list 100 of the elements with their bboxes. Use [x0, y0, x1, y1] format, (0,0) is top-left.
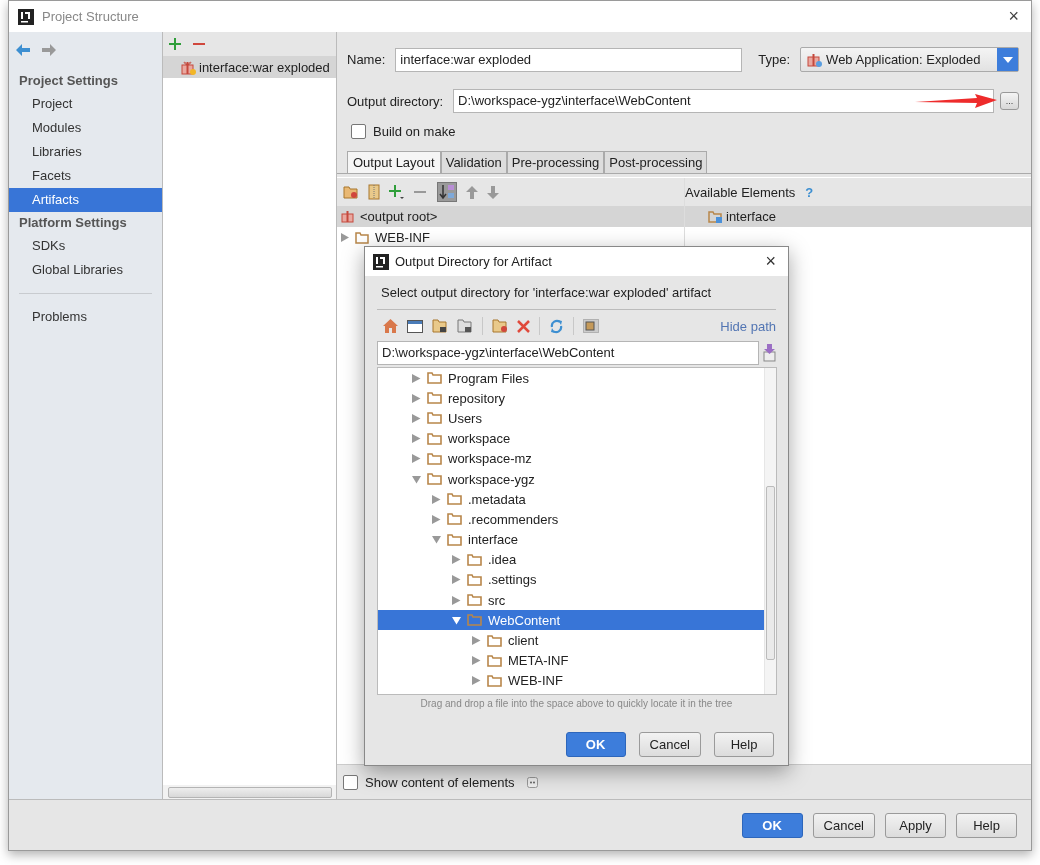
expand-arrow-icon[interactable]: [412, 393, 421, 403]
tree-row[interactable]: .settings: [378, 569, 764, 591]
dialog-button[interactable]: Apply: [885, 812, 946, 838]
folder-icon[interactable]: [457, 319, 473, 333]
tree-row[interactable]: src: [378, 590, 764, 611]
tree-row[interactable]: META-INF: [378, 650, 764, 671]
tree-row[interactable]: workspace: [378, 428, 764, 449]
tree-row[interactable]: interface: [685, 206, 1031, 227]
tree-row[interactable]: workspace-ygz: [378, 468, 764, 490]
sort-icon[interactable]: [437, 182, 457, 202]
scrollbar-thumb[interactable]: [766, 486, 775, 660]
output-directory-field[interactable]: D:\workspace-ygz\interface\WebContent: [453, 89, 995, 113]
browse-button[interactable]: ...: [1000, 92, 1020, 110]
dialog-button[interactable]: Cancel: [638, 732, 701, 757]
refresh-icon[interactable]: [549, 318, 564, 334]
new-folder-icon[interactable]: [492, 319, 508, 333]
dialog-title: Output Directory for Artifact: [395, 254, 552, 269]
tree-row[interactable]: client: [378, 630, 764, 651]
checkbox-label[interactable]: Build on make: [373, 123, 456, 139]
folder-gear-icon[interactable]: [343, 185, 359, 199]
expand-arrow-icon[interactable]: [412, 474, 421, 484]
add-icon[interactable]: [169, 38, 181, 50]
tree-row[interactable]: workspace-mz: [378, 448, 764, 469]
expand-arrow-icon[interactable]: [472, 636, 481, 646]
checkbox[interactable]: [343, 774, 358, 790]
folder-icon: [467, 573, 482, 586]
forward-arrow-icon[interactable]: [42, 44, 56, 56]
sidebar-item[interactable]: Artifacts: [9, 188, 162, 212]
expand-arrow-icon[interactable]: [341, 233, 349, 242]
expand-arrow-icon[interactable]: [412, 413, 421, 423]
dialog-button[interactable]: Help: [956, 812, 1017, 838]
tab[interactable]: Pre-processing: [506, 151, 605, 173]
tab[interactable]: Output Layout: [347, 151, 441, 173]
field-label: Name:: [347, 52, 386, 67]
sidebar-item[interactable]: Global Libraries: [9, 258, 162, 282]
expand-arrow-icon[interactable]: [452, 555, 461, 565]
path-field[interactable]: D:\workspace-ygz\interface\WebContent: [377, 341, 760, 365]
sidebar-item[interactable]: SDKs: [9, 234, 162, 258]
drop-icon[interactable]: [763, 344, 776, 362]
tab[interactable]: Post-processing: [604, 151, 708, 173]
dialog-button[interactable]: OK: [741, 812, 803, 838]
tree-row[interactable]: WEB-INF: [378, 670, 764, 691]
archive-icon[interactable]: [368, 184, 380, 200]
tree-row[interactable]: .recommenders: [378, 509, 764, 530]
folder-icon[interactable]: [432, 319, 448, 333]
sidebar-item[interactable]: Facets: [9, 164, 162, 188]
tree-row[interactable]: .idea: [378, 549, 764, 570]
arrow-up-icon[interactable]: [466, 185, 478, 199]
expand-arrow-icon[interactable]: [472, 676, 481, 686]
folder-icon: [427, 452, 442, 465]
expand-arrow-icon[interactable]: [412, 454, 421, 464]
name-field[interactable]: interface:war exploded: [395, 47, 743, 72]
more-icon[interactable]: [526, 776, 538, 788]
tree-row[interactable]: Users: [378, 408, 764, 429]
tree-row[interactable]: .metadata: [378, 489, 764, 510]
hide-path-link[interactable]: Hide path: [720, 318, 776, 334]
sidebar-item[interactable]: Project: [9, 92, 162, 116]
arrow-down-icon[interactable]: [487, 185, 499, 199]
field-label: Type:: [758, 52, 791, 67]
close-button[interactable]: ×: [759, 250, 782, 273]
tree-row[interactable]: WebContent: [378, 610, 764, 631]
expand-arrow-icon[interactable]: [412, 373, 421, 383]
tree-row[interactable]: Program Files: [378, 368, 764, 389]
back-arrow-icon[interactable]: [16, 44, 30, 56]
app-logo-icon: [373, 253, 389, 270]
dialog-button[interactable]: OK: [565, 732, 626, 757]
expand-arrow-icon[interactable]: [452, 575, 461, 585]
expand-arrow-icon[interactable]: [472, 656, 481, 666]
home-icon[interactable]: [383, 319, 398, 333]
tree-row[interactable]: repository: [378, 388, 764, 409]
tree-label: interface: [726, 209, 776, 224]
expand-arrow-icon[interactable]: [432, 535, 441, 545]
add-icon[interactable]: [389, 184, 405, 200]
sidebar-item[interactable]: Problems: [9, 305, 162, 329]
folder-icon: [427, 392, 442, 405]
expand-arrow-icon[interactable]: [432, 494, 441, 504]
tree-row[interactable]: <output root>: [337, 206, 684, 227]
dialog-button[interactable]: Cancel: [812, 812, 875, 838]
folder-icon: [447, 493, 462, 506]
artifact-item[interactable]: interface:war exploded: [163, 56, 336, 78]
dialog-button[interactable]: Help: [714, 732, 774, 757]
checkbox[interactable]: [351, 123, 366, 139]
close-button[interactable]: ×: [1002, 6, 1025, 27]
tab[interactable]: Validation: [440, 151, 507, 173]
desktop-icon[interactable]: [407, 319, 423, 333]
type-dropdown[interactable]: Web Application: Exploded: [800, 47, 1020, 72]
expand-arrow-icon[interactable]: [432, 514, 441, 524]
expand-arrow-icon[interactable]: [412, 434, 421, 444]
sidebar-item[interactable]: Modules: [9, 116, 162, 140]
folder-icon: [467, 614, 482, 627]
sidebar-item[interactable]: Libraries: [9, 140, 162, 164]
tree-row[interactable]: WEB-INF: [337, 227, 684, 248]
checkbox-label[interactable]: Show content of elements: [365, 774, 515, 790]
expand-arrow-icon[interactable]: [452, 615, 461, 625]
folder-icon: [447, 533, 462, 546]
window-title: Project Structure: [42, 9, 139, 24]
tree-row[interactable]: interface: [378, 529, 764, 550]
expand-arrow-icon[interactable]: [452, 595, 461, 605]
scrollbar-thumb[interactable]: [168, 787, 332, 798]
delete-icon[interactable]: [517, 319, 530, 333]
